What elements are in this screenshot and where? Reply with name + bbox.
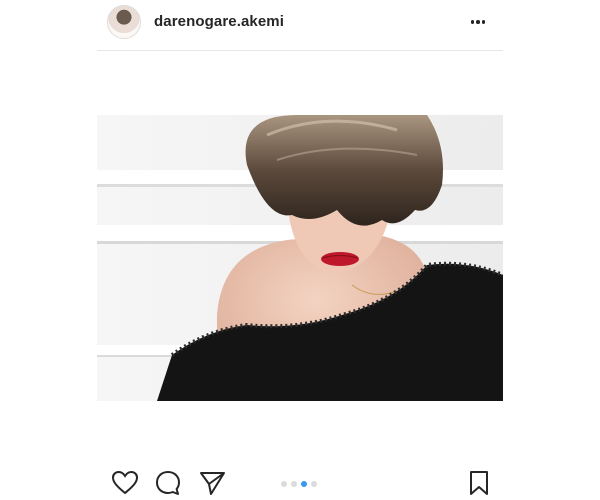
bookmark-icon[interactable] (465, 469, 493, 497)
action-bar (97, 466, 503, 500)
comment-icon[interactable] (154, 469, 182, 497)
paper-plane-icon[interactable] (198, 469, 226, 497)
carousel-dot (311, 481, 317, 487)
post-photo[interactable] (97, 115, 503, 401)
carousel-dot (281, 481, 287, 487)
avatar[interactable] (107, 5, 141, 39)
carousel-dot-active (301, 481, 307, 487)
carousel-indicator (281, 481, 317, 487)
post-header: darenogare.akemi (97, 0, 503, 51)
more-options-icon[interactable] (467, 12, 489, 32)
heart-icon[interactable] (111, 469, 139, 497)
carousel-dot (291, 481, 297, 487)
username-link[interactable]: darenogare.akemi (154, 13, 284, 30)
instagram-post: darenogare.akemi (97, 0, 503, 500)
